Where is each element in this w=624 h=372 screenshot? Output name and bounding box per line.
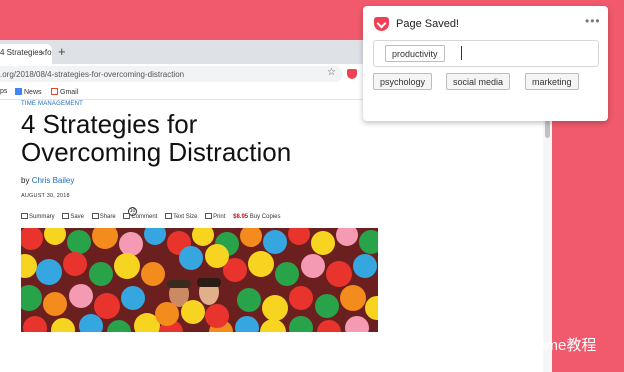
print-button[interactable]: Print xyxy=(205,213,225,220)
tool-label: Print xyxy=(213,214,226,220)
title-line-2: Overcoming Distraction xyxy=(21,137,292,167)
bookmark-label: ps xyxy=(0,88,8,95)
tag-input[interactable]: productivity xyxy=(373,40,599,67)
pocket-extension-icon[interactable] xyxy=(347,69,357,79)
bookmark-apps[interactable]: ps xyxy=(0,88,7,95)
print-icon xyxy=(205,213,213,219)
article-title: 4 Strategies for Overcoming Distraction xyxy=(21,110,381,166)
save-button[interactable]: Save xyxy=(62,213,84,220)
buy-copies-button[interactable]: $8.95 Buy Copies xyxy=(233,214,280,220)
article-tools: Summary Save Share Comment Text Size Pri… xyxy=(21,213,286,223)
publish-date: AUGUST 30, 2018 xyxy=(21,193,70,199)
tool-label: Summary xyxy=(29,214,55,220)
gmail-icon xyxy=(51,88,58,95)
author-link[interactable]: Chris Bailey xyxy=(32,176,75,185)
text-cursor xyxy=(461,46,462,60)
pocket-logo-icon xyxy=(374,17,389,31)
bookmark-gmail[interactable]: Gmail xyxy=(51,88,78,96)
entered-tag[interactable]: productivity xyxy=(385,45,445,62)
balloon-photo xyxy=(21,228,378,332)
text-size-icon xyxy=(165,213,173,219)
pocket-saved-popup: Page Saved! ••• productivity psychology … xyxy=(363,6,608,121)
scrollbar-thumb[interactable] xyxy=(545,120,550,138)
tool-label: Comment xyxy=(131,214,158,220)
page-scrollbar[interactable] xyxy=(543,100,552,372)
text-size-button[interactable]: Text Size xyxy=(165,213,197,220)
share-button[interactable]: Share xyxy=(91,213,116,220)
tool-label: Share xyxy=(99,214,116,220)
article-kicker[interactable]: TIME MANAGEMENT xyxy=(21,101,83,107)
tool-label: Text Size xyxy=(173,214,198,220)
bookmark-news[interactable]: News xyxy=(15,88,42,96)
popup-title: Page Saved! xyxy=(396,18,459,30)
save-icon xyxy=(62,213,70,219)
bookmark-label: Gmail xyxy=(60,89,79,96)
news-icon xyxy=(15,88,22,95)
comment-button[interactable]: Comment xyxy=(123,213,157,220)
watermark-text: Chrome教程 xyxy=(513,337,597,354)
title-line-1: 4 Strategies for xyxy=(21,109,198,139)
more-options-icon[interactable]: ••• xyxy=(585,14,601,28)
bookmark-label: News xyxy=(24,89,42,96)
summary-icon xyxy=(21,213,28,219)
price: $8.95 xyxy=(233,214,249,220)
watermark: Chrome教程 xyxy=(486,334,597,355)
suggested-tag-social-media[interactable]: social media xyxy=(446,73,511,90)
address-bar[interactable]: .org/2018/08/4-strategies-for-overcoming… xyxy=(0,66,343,82)
tool-label: Buy Copies xyxy=(249,214,281,220)
hero-image xyxy=(21,228,378,332)
suggested-tag-psychology[interactable]: psychology xyxy=(373,73,433,90)
new-tab-button[interactable]: + xyxy=(58,44,66,60)
byline: by Chris Bailey xyxy=(21,176,74,185)
comment-icon xyxy=(123,213,131,219)
summary-button[interactable]: Summary xyxy=(21,213,55,220)
byline-prefix: by xyxy=(21,176,30,185)
browser-tab[interactable]: 4 Strategies for Overcoming Distraction … xyxy=(0,44,52,64)
share-icon xyxy=(91,213,99,219)
wechat-icon xyxy=(486,336,508,352)
tab-close-icon[interactable]: × xyxy=(40,48,45,58)
suggested-tag-marketing[interactable]: marketing xyxy=(525,73,579,90)
tool-label: Save xyxy=(70,214,85,220)
bookmark-star-icon[interactable]: ☆ xyxy=(327,67,336,78)
